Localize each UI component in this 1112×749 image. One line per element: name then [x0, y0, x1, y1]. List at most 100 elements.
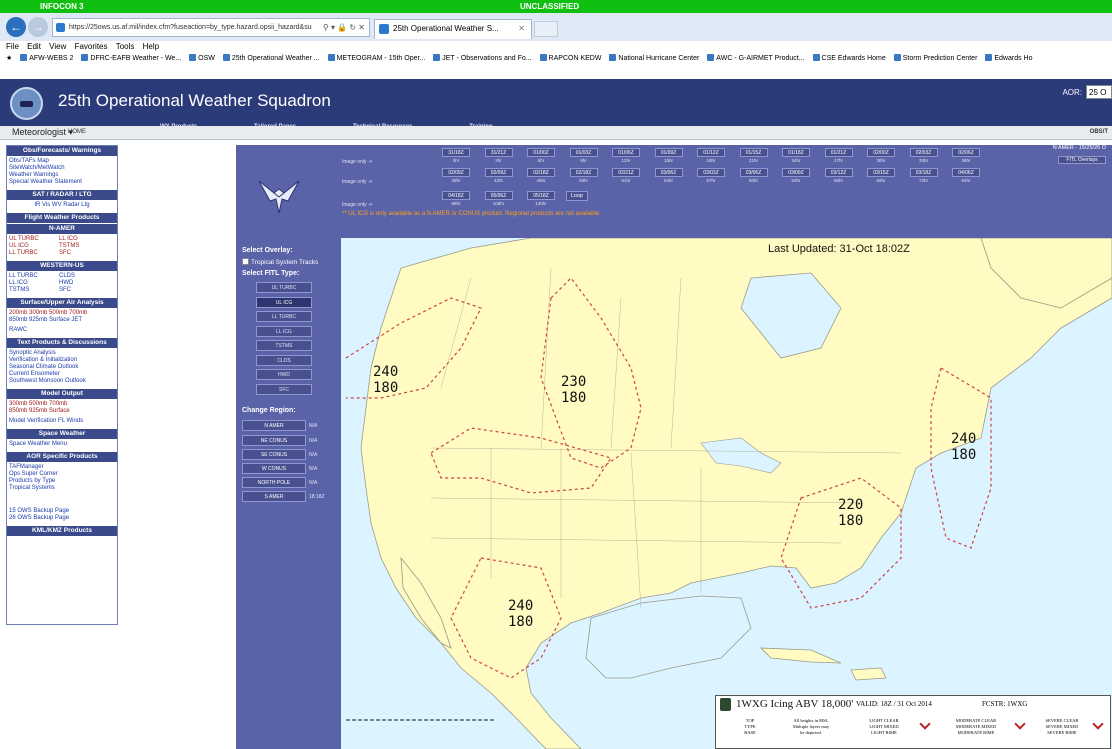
address-controls-icon[interactable]: ⚲ ▾ 🔒 ↻ ✕: [323, 19, 365, 36]
wus-tstms[interactable]: TSTMS: [9, 287, 59, 294]
favorite-link[interactable]: CSE Edwards Home: [812, 53, 886, 65]
forecast-time-button[interactable]: 03/09Z: [782, 168, 810, 177]
mo-row1[interactable]: 300mb 500mb 700mb: [9, 401, 115, 408]
section-obs-forecasts[interactable]: Obs/Forecasts/ Warnings: [7, 146, 117, 156]
forecast-time-button[interactable]: 02/21Z: [612, 168, 640, 177]
favorite-link[interactable]: 25th Operational Weather ...: [222, 53, 320, 65]
sat-links[interactable]: IR Vis WV Radar Ltg: [9, 202, 115, 209]
namer-ul-turbc[interactable]: UL TURBC: [9, 236, 59, 243]
sidebar-link[interactable]: Southwest Monsoon Outlook: [9, 378, 115, 385]
image-only-link[interactable]: Image only ->: [342, 202, 372, 208]
menu-help[interactable]: Help: [143, 42, 159, 51]
favorite-link[interactable]: Storm Prediction Center: [893, 53, 977, 65]
favorite-link[interactable]: JET - Observations and Fo...: [433, 53, 532, 65]
favorite-link[interactable]: DFRC-EAFB Weather - We...: [81, 53, 181, 65]
fitl-sfc[interactable]: SFC: [256, 384, 312, 395]
fitl-ll-turbc[interactable]: LL TURBC: [256, 311, 312, 322]
fitl-overlays-button[interactable]: FITL Overlays: [1058, 156, 1106, 164]
fitl-clds[interactable]: CLDS: [256, 355, 312, 366]
forecast-time-button[interactable]: 05/06Z: [484, 191, 513, 200]
wus-ll-icg[interactable]: LL ICG: [9, 280, 59, 287]
favorite-link[interactable]: AWC - G-AIRMET Product...: [707, 53, 805, 65]
forecast-time-button[interactable]: 02/09Z: [484, 168, 513, 177]
favorite-link[interactable]: RAPCON KEDW: [539, 53, 601, 65]
sidebar-link[interactable]: SiteWatch/MetWatch: [9, 165, 115, 172]
sidebar-link[interactable]: Current Ensometer: [9, 371, 115, 378]
namer-tstms[interactable]: TSTMS: [59, 243, 109, 250]
menu-tools[interactable]: Tools: [116, 42, 135, 51]
sidebar-link[interactable]: 15 OWS Backup Page: [9, 508, 115, 515]
menu-file[interactable]: File: [6, 42, 19, 51]
forecast-time-button[interactable]: 02/09Z: [442, 168, 470, 177]
forecast-time-button[interactable]: 03/03Z: [697, 168, 725, 177]
new-tab-button[interactable]: [534, 21, 558, 37]
region-se-conus[interactable]: SE CONUS: [242, 449, 306, 460]
namer-ll-turbc[interactable]: LL TURBC: [9, 250, 59, 257]
aor-select[interactable]: 25 O: [1086, 85, 1112, 99]
obs-link[interactable]: OBS/T: [1090, 129, 1108, 135]
section-surface-upper-air[interactable]: Surface/Upper Air Analysis: [7, 298, 117, 308]
space-weather-menu-link[interactable]: Space Weather Menu: [9, 441, 115, 448]
image-only-link[interactable]: Image only ->: [342, 179, 372, 185]
region-s-amer[interactable]: S AMER: [242, 491, 306, 502]
sua-rawc[interactable]: RAWC: [9, 327, 115, 334]
favorite-link[interactable]: AFW-WEBS 2: [20, 53, 73, 65]
forecast-time-button[interactable]: 01/12Z: [697, 148, 725, 157]
forecast-time-button[interactable]: 31/18Z: [442, 148, 470, 157]
sidebar-link[interactable]: Tropical Systems: [9, 485, 115, 492]
forecast-time-button[interactable]: 03/15Z: [867, 168, 895, 177]
region-n-amer[interactable]: N AMER: [242, 420, 306, 431]
region-north-pole[interactable]: NORTH POLE: [242, 477, 306, 488]
sidebar-link[interactable]: TAFManager: [9, 464, 115, 471]
wus-clds[interactable]: CLDS: [59, 273, 109, 280]
icing-forecast-map[interactable]: Last Updated: 31-Oct 18:02Z 240 180 230 18…: [341, 238, 1112, 749]
address-bar[interactable]: https://25ows.us.af.mil/index.cfm?fuseac…: [52, 18, 370, 37]
fav-star-icon[interactable]: ★: [6, 53, 12, 65]
forecast-time-button[interactable]: 02/03Z: [909, 148, 938, 157]
section-aor-specific[interactable]: AOR Specific Products: [7, 452, 117, 462]
fitl-ul-turbc[interactable]: UL TURBC: [256, 282, 312, 293]
section-western-us[interactable]: WESTERN-US: [7, 261, 117, 271]
section-kml-kmz[interactable]: KML/KMZ Products: [7, 526, 117, 536]
sidebar-link[interactable]: Verification & Initialization: [9, 357, 115, 364]
forecast-time-button[interactable]: 03/18Z: [909, 168, 938, 177]
forecast-time-button[interactable]: 01/18Z: [782, 148, 810, 157]
forecast-time-button[interactable]: 01/21Z: [824, 148, 853, 157]
forecast-time-button[interactable]: 02/18Z: [527, 168, 555, 177]
role-dropdown[interactable]: Meteorologist ▾: [12, 127, 73, 138]
sidebar-link[interactable]: Special Weather Statement: [9, 179, 115, 186]
forecast-time-button[interactable]: 05/18Z: [527, 191, 555, 200]
sidebar-link[interactable]: 26 OWS Backup Page: [9, 515, 115, 522]
forecast-time-button[interactable]: 03/12Z: [824, 168, 853, 177]
forecast-time-button[interactable]: 02/18Z: [569, 168, 598, 177]
namer-ul-icg[interactable]: UL ICG: [9, 243, 59, 250]
forecast-time-button[interactable]: 03/06Z: [739, 168, 768, 177]
forecast-time-button[interactable]: 01/15Z: [739, 148, 768, 157]
fitl-ul-icg[interactable]: UL ICG: [256, 297, 312, 308]
section-model-output[interactable]: Model Output: [7, 389, 117, 399]
region-w-conus[interactable]: W CONUS: [242, 463, 306, 474]
favorite-link[interactable]: METEOGRAM - 15th Oper...: [327, 53, 425, 65]
sidebar-link[interactable]: Weather Warnings: [9, 172, 115, 179]
forecast-time-button[interactable]: 04/18Z: [442, 191, 470, 200]
forecast-time-button[interactable]: 31/21Z: [484, 148, 513, 157]
wus-hwd[interactable]: HWD: [59, 280, 109, 287]
menu-view[interactable]: View: [49, 42, 66, 51]
forecast-time-button[interactable]: 04/06Z: [952, 168, 980, 177]
home-link[interactable]: HOME: [68, 129, 86, 135]
sidebar-link[interactable]: Ops Super Corner: [9, 471, 115, 478]
forward-button[interactable]: →: [28, 17, 48, 37]
section-n-amer[interactable]: N-AMER: [7, 224, 117, 234]
namer-sfc[interactable]: SFC: [59, 250, 109, 257]
fitl-tstms[interactable]: TSTMS: [256, 340, 312, 351]
forecast-time-button[interactable]: 01/03Z: [569, 148, 598, 157]
favorite-link[interactable]: Edwards Ho: [985, 53, 1033, 65]
mo-row3[interactable]: Model Verification FL Winds: [9, 418, 115, 425]
image-only-link[interactable]: Image only ->: [342, 159, 372, 165]
sidebar-link[interactable]: Products by Type: [9, 478, 115, 485]
menu-edit[interactable]: Edit: [27, 42, 41, 51]
tropical-tracks-checkbox[interactable]: [242, 258, 249, 265]
mo-row2[interactable]: 850mb 925mb Surface: [9, 408, 115, 415]
favorite-link[interactable]: OSW: [189, 53, 215, 65]
section-space-weather[interactable]: Space Weather: [7, 429, 117, 439]
